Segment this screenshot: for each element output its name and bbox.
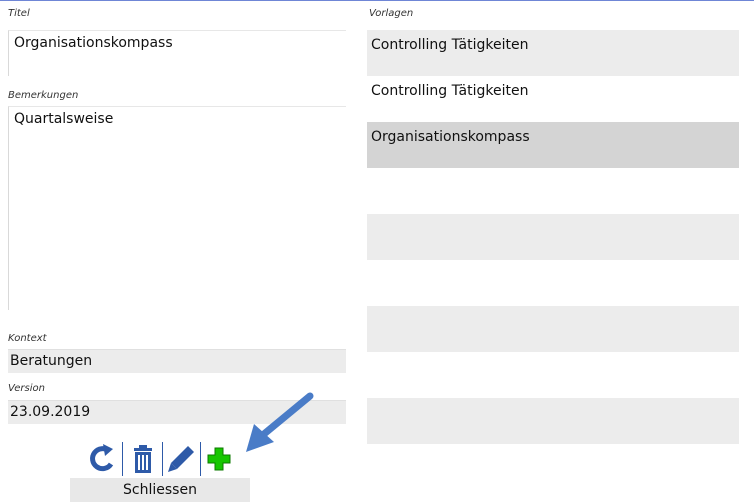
template-list-item[interactable]: Controlling Tätigkeiten [367,30,739,76]
pencil-icon [168,446,194,472]
edit-button[interactable] [162,440,200,478]
top-divider [0,0,754,1]
template-item-label: Organisationskompass [371,129,530,145]
template-list-item[interactable] [367,398,739,444]
remarks-label: Bemerkungen [8,90,79,101]
version-value: 23.09.2019 [10,404,91,420]
title-field[interactable]: Organisationskompass [8,30,346,76]
delete-button[interactable] [124,440,162,478]
refresh-icon [90,444,114,472]
version-label: Version [8,383,45,394]
toolbar-separator [122,442,123,476]
templates-label: Vorlagen [369,8,414,19]
template-list-item[interactable] [367,352,739,398]
title-value: Organisationskompass [14,35,173,51]
template-list-item[interactable]: Organisationskompass [367,122,739,168]
template-list-item[interactable]: Controlling Tätigkeiten [367,76,739,122]
remarks-field[interactable]: Quartalsweise [8,106,346,310]
template-list-item[interactable] [367,260,739,306]
context-field[interactable]: Beratungen [8,349,346,373]
trash-icon [134,445,152,473]
template-item-label: Controlling Tätigkeiten [371,37,529,53]
template-item-label: Controlling Tätigkeiten [371,83,529,99]
close-button[interactable]: Schliessen [70,478,250,502]
pointer-arrow-icon [246,392,314,452]
template-list-item[interactable] [367,306,739,352]
refresh-button[interactable] [84,440,122,478]
template-list-item[interactable] [367,214,739,260]
title-label: Titel [8,8,30,19]
remarks-value: Quartalsweise [14,111,114,127]
plus-icon [207,447,231,471]
add-button[interactable] [200,440,238,478]
template-list-item[interactable] [367,168,739,214]
context-label: Kontext [8,333,47,344]
context-value: Beratungen [10,353,93,369]
